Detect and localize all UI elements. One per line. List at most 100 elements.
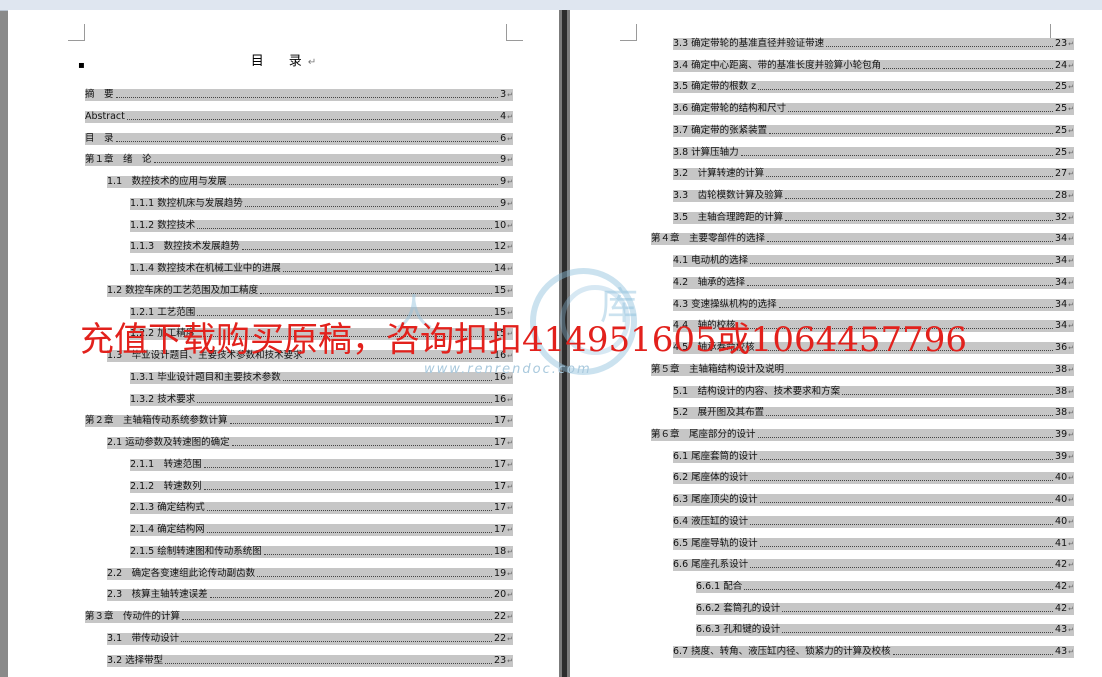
toc-entry-title: 6.6.1 配合 — [696, 581, 743, 592]
toc-entry-title: 3.6 确定带轮的结构和尺寸 — [673, 103, 787, 115]
paragraph-mark: ↵ — [1068, 278, 1074, 287]
toc-leader-dots — [206, 532, 493, 533]
toc-entry[interactable]: 第３章 传动件的计算 22 ↵ — [85, 611, 513, 623]
toc-entry[interactable]: 6.6.3 孔和键的设计 43 ↵ — [696, 624, 1074, 637]
toc-entry-title: 1.2 数控车床的工艺范围及加工精度 — [107, 284, 259, 296]
paragraph-mark: ↵ — [1068, 387, 1074, 396]
toc-entry[interactable]: 3.2 计算转速的计算 27 ↵ — [673, 168, 1074, 181]
toc-entry[interactable]: 第５章 主轴箱结构设计及说明 38 ↵ — [651, 363, 1074, 376]
toc-leader-dots — [203, 466, 493, 468]
paragraph-mark: ↵ — [507, 156, 513, 165]
toc-entry[interactable]: 第６章 尾座部分的设计 39 ↵ — [651, 428, 1074, 441]
toc-entry[interactable]: 2.1.3 确定结构式 17 ↵ — [130, 502, 513, 515]
toc-entry-title: 6.5 尾座导轨的设计 — [673, 537, 758, 549]
toc-page-number: 42 — [1055, 602, 1068, 614]
toc-page-number: 25 — [1055, 103, 1068, 115]
toc-entry[interactable]: 第１章 绪 论 9 ↵ — [85, 154, 513, 167]
toc-entry[interactable]: 6.6.1 配合 42 ↵ — [696, 581, 1074, 593]
toc-entry[interactable]: 2.1.1 转速范围 17 ↵ — [130, 458, 513, 471]
toc-entry[interactable]: 3.7 确定带的张紧装置 25 ↵ — [673, 124, 1074, 137]
toc-entry[interactable]: 3.4 确定中心距离、带的基准长度并验算小轮包角 24 ↵ — [673, 59, 1074, 72]
toc-entry[interactable]: 4.3 变速操纵机构的选择 34 ↵ — [673, 298, 1074, 311]
toc-page-number: 17 — [494, 415, 507, 427]
toc-entry[interactable]: 3.6 确定带轮的结构和尺寸 25 ↵ — [673, 103, 1074, 116]
toc-entry-title: 1.1.1 数控机床与发展趋势 — [130, 197, 243, 209]
toc-page-number: 9 — [500, 154, 507, 166]
toc-entry[interactable]: 目 录 6 ↵ — [85, 132, 513, 145]
toc-entry[interactable]: 6.6 尾座孔系设计 42 ↵ — [673, 559, 1074, 572]
toc-entry[interactable]: 3.1 带传动设计 22 ↵ — [107, 632, 513, 645]
toc-entry[interactable]: 6.5 尾座导轨的设计 41 ↵ — [673, 537, 1074, 550]
toc-entry[interactable]: 4.2 轴承的选择 34 ↵ — [673, 276, 1074, 289]
toc-page-number: 39 — [1055, 428, 1068, 440]
paragraph-mark: ↵ — [1068, 539, 1074, 548]
toc-page-number: 34 — [1055, 320, 1068, 332]
toc-entry[interactable]: 2.1.5 绘制转速图和传动系统图 18 ↵ — [130, 545, 513, 558]
toc-entry-title: 1.3.1 毕业设计题目和主要技术参数 — [130, 371, 281, 383]
toc-entry[interactable]: 摘 要 3 ↵ — [85, 89, 513, 101]
toc-entry[interactable]: 5.1 结构设计的内容、技术要求和方案 38 ↵ — [673, 385, 1074, 398]
toc-leader-dots — [197, 401, 493, 403]
toc-entry-title: 6.6.3 孔和键的设计 — [696, 624, 781, 636]
paragraph-mark: ↵ — [1068, 126, 1074, 135]
toc-entry[interactable]: 第４章 主要零部件的选择 34 ↵ — [651, 233, 1074, 246]
toc-entry[interactable]: 6.4 液压缸的设计 40 ↵ — [673, 515, 1074, 528]
toc-entry[interactable]: 5.2 展开图及其布置 38 ↵ — [673, 407, 1074, 420]
toc-entry[interactable]: 2.3 核算主轴转速误差 20 ↵ — [107, 589, 513, 602]
toc-entry[interactable]: 3.3 齿轮模数计算及验算 28 ↵ — [673, 190, 1074, 203]
paragraph-mark: ↵ — [1068, 300, 1074, 309]
toc-entry[interactable]: 2.1.4 确定结构网 17 ↵ — [130, 524, 513, 536]
toc-entry-title: 3.4 确定中心距离、带的基准长度并验算小轮包角 — [673, 59, 882, 71]
toc-leader-dots — [231, 445, 493, 446]
paragraph-mark: ↵ — [507, 417, 513, 426]
toc-entry-title: 2.1.5 绘制转速图和传动系统图 — [130, 545, 262, 557]
toc-entry[interactable]: 1.1.2 数控技术 10 ↵ — [130, 219, 513, 232]
paragraph-mark: ↵ — [1068, 170, 1074, 179]
toc-page-number: 34 — [1055, 255, 1068, 267]
toc-entry-title: 2.1.2 转速数列 — [130, 480, 202, 492]
paragraph-mark: ↵ — [1068, 322, 1074, 331]
paragraph-mark: ↵ — [1068, 257, 1074, 266]
toc-entry[interactable]: 3.5 确定带的根数 z 25 ↵ — [673, 81, 1074, 94]
toc-entry[interactable]: 1.1.4 数控技术在机械工业中的进展 14 ↵ — [130, 263, 513, 275]
toc-page-number: 19 — [494, 567, 507, 579]
toc-entry-title: 4.3 变速操纵机构的选择 — [673, 298, 777, 310]
toc-entry[interactable]: 4.1 电动机的选择 34 ↵ — [673, 255, 1074, 268]
toc-entry[interactable]: 3.2 选择带型 23 ↵ — [107, 654, 513, 667]
toc-entry-title: 第５章 主轴箱结构设计及说明 — [651, 363, 785, 375]
toc-entry[interactable]: 1.1.3 数控技术发展趋势 12 ↵ — [130, 241, 513, 254]
toc-entry[interactable]: 第２章 主轴箱传动系统参数计算 17 ↵ — [85, 415, 513, 428]
toc-entry[interactable]: 3.8 计算压轴力 25 ↵ — [673, 146, 1074, 159]
toc-entry[interactable]: 1.3.2 技术要求 16 ↵ — [130, 393, 513, 406]
toc-entry-title: 3.3 确定带轮的基准直径并验证带速 — [673, 38, 825, 49]
toc-leader-dots — [892, 654, 1054, 656]
toc-entry[interactable]: 1.1.1 数控机床与发展趋势 9 ↵ — [130, 197, 513, 210]
toc-entry[interactable]: 3.5 主轴合理跨距的计算 32 ↵ — [673, 211, 1074, 224]
toc-entry-title: 6.7 挠度、转角、液压缸内径、锁紧力的计算及校核 — [673, 646, 891, 658]
toc-entry[interactable]: Abstract 4 ↵ — [85, 110, 513, 123]
paragraph-mark: ↵ — [507, 178, 513, 186]
toc-page-number: 42 — [1055, 581, 1068, 592]
toc-entry-title: 3.5 确定带的根数 z — [673, 81, 757, 93]
toc-leader-dots — [778, 306, 1054, 308]
toc-entry[interactable]: 6.3 尾座顶尖的设计 40 ↵ — [673, 494, 1074, 507]
toc-page-number: 38 — [1055, 407, 1068, 419]
toc-entry[interactable]: 2.1 运动参数及转速图的确定 17 ↵ — [107, 437, 513, 449]
toc-entry[interactable]: 6.2 尾座体的设计 40 ↵ — [673, 472, 1074, 485]
toc-entry[interactable]: 2.2 确定各变速组此论传动副齿数 19 ↵ — [107, 567, 513, 580]
toc-entry-title: 1.1.2 数控技术 — [130, 219, 196, 231]
toc-entry[interactable]: 3.3 确定带轮的基准直径并验证带速 23 ↵ — [673, 38, 1074, 50]
paragraph-mark: ↵ — [1068, 344, 1074, 353]
toc-entry[interactable]: 1.2 数控车床的工艺范围及加工精度 15 ↵ — [107, 284, 513, 297]
toc-entry[interactable]: 6.6.2 套筒孔的设计 42 ↵ — [696, 602, 1074, 615]
toc-leader-dots — [758, 89, 1054, 91]
toc-page-number: 24 — [1055, 59, 1068, 71]
toc-leader-dots — [115, 140, 499, 142]
toc-entry[interactable]: 6.1 尾座套筒的设计 39 ↵ — [673, 450, 1074, 463]
toc-page-number: 17 — [494, 458, 507, 470]
toc-entry[interactable]: 2.1.2 转速数列 17 ↵ — [130, 480, 513, 493]
toc-leader-dots — [750, 567, 1054, 569]
toc-entry[interactable]: 6.7 挠度、转角、液压缸内径、锁紧力的计算及校核 43 ↵ — [673, 646, 1074, 659]
toc-entry[interactable]: 1.1 数控技术的应用与发展 9 ↵ — [107, 176, 513, 188]
toc-page-number: 25 — [1055, 124, 1068, 136]
